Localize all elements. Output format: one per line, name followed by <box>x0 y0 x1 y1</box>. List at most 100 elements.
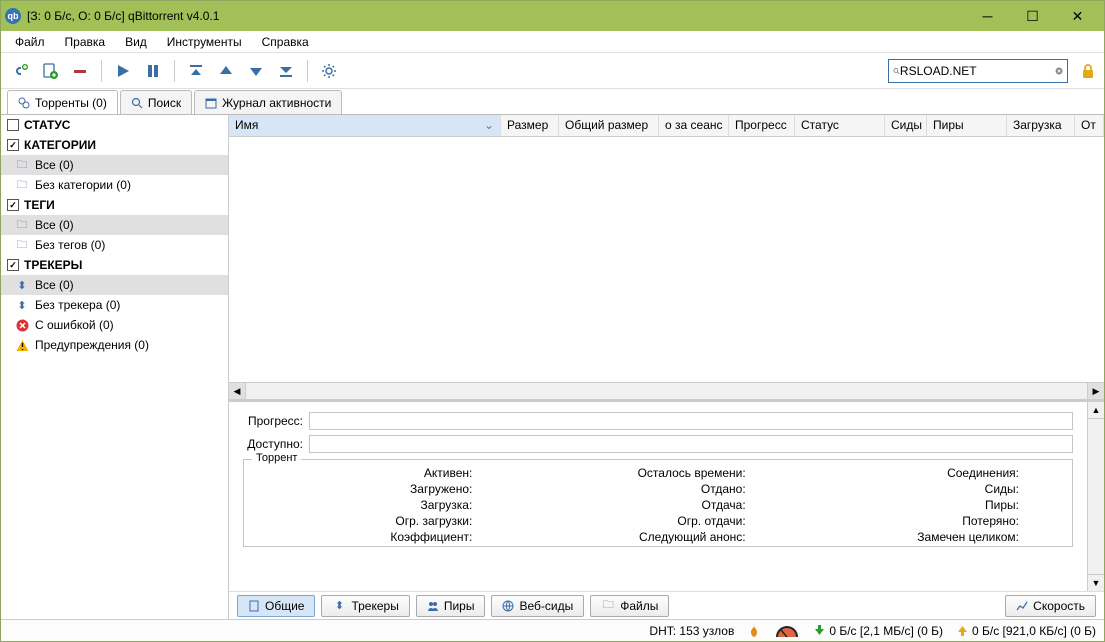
col-progress[interactable]: Прогресс <box>729 115 795 136</box>
maximize-button[interactable]: ☐ <box>1010 2 1055 30</box>
search-box[interactable] <box>888 59 1068 83</box>
horizontal-scrollbar[interactable]: ◀ ▶ <box>229 382 1104 399</box>
sidebar-cat-all[interactable]: 🗀Все (0) <box>1 155 228 175</box>
close-button[interactable]: ✕ <box>1055 2 1100 30</box>
globe-icon <box>502 600 514 612</box>
pause-button[interactable] <box>140 58 166 84</box>
dtab-trackers[interactable]: ⬍Трекеры <box>321 595 409 617</box>
add-link-button[interactable] <box>7 58 33 84</box>
tracker-icon: ⬍ <box>15 278 29 292</box>
status-firewall[interactable] <box>748 624 760 638</box>
tracker-icon: ⬍ <box>332 599 346 613</box>
torrent-fieldset: Торрент Активен: Осталось времени: Соеди… <box>243 459 1073 547</box>
menu-edit[interactable]: Правка <box>55 33 116 51</box>
col-peers[interactable]: Пиры <box>927 115 1007 136</box>
label-seen: Замечен целиком: <box>801 530 1022 544</box>
content-area: Имя⌄ Размер Общий размер о за сеанс Прог… <box>229 115 1104 619</box>
label-available: Доступно: <box>243 437 309 451</box>
col-session[interactable]: о за сеанс <box>659 115 729 136</box>
tab-torrents[interactable]: Торренты (0) <box>7 90 118 114</box>
col-upload[interactable]: От <box>1075 115 1104 136</box>
scroll-up-icon[interactable]: ▲ <box>1088 402 1104 419</box>
label-connections: Соединения: <box>801 466 1022 480</box>
details-tabstrip: Общие ⬍Трекеры Пиры Веб-сиды 🗀Файлы Скор… <box>229 591 1104 619</box>
sidebar-cat-none[interactable]: 🗀Без категории (0) <box>1 175 228 195</box>
sidebar-tag-none[interactable]: 🗀Без тегов (0) <box>1 235 228 255</box>
sidebar-status-header[interactable]: СТАТУС <box>1 115 228 135</box>
col-totalsize[interactable]: Общий размер <box>559 115 659 136</box>
resume-button[interactable] <box>110 58 136 84</box>
scroll-track[interactable] <box>1088 419 1104 574</box>
speedometer-icon <box>774 624 800 638</box>
status-dht[interactable]: DHT: 153 узлов <box>649 624 734 638</box>
torrent-table-header: Имя⌄ Размер Общий размер о за сеанс Прог… <box>229 115 1104 137</box>
folder-icon: 🗀 <box>15 178 29 192</box>
move-up-button[interactable] <box>213 58 239 84</box>
tracker-icon: ⬍ <box>15 298 29 312</box>
tab-search-label: Поиск <box>148 96 181 110</box>
up-arrow-icon <box>957 625 968 636</box>
sidebar-trackers-header[interactable]: ✓ТРЕКЕРЫ <box>1 255 228 275</box>
torrents-icon <box>18 97 30 109</box>
label-uploaded: Отдано: <box>527 482 748 496</box>
menu-view[interactable]: Вид <box>115 33 157 51</box>
titlebar: qb [З: 0 Б/с, О: 0 Б/с] qBittorrent v4.0… <box>1 1 1104 31</box>
tab-search[interactable]: Поиск <box>120 90 192 114</box>
label-upspeed: Отдача: <box>527 498 748 512</box>
folder-icon: 🗀 <box>15 218 29 232</box>
lock-button[interactable] <box>1078 61 1098 81</box>
calendar-icon <box>205 97 217 109</box>
sidebar-trk-warn[interactable]: Предупреждения (0) <box>1 335 228 355</box>
dtab-files[interactable]: 🗀Файлы <box>590 595 669 617</box>
menu-tools[interactable]: Инструменты <box>157 33 252 51</box>
clear-search-icon[interactable] <box>1055 64 1063 78</box>
col-download[interactable]: Загрузка <box>1007 115 1075 136</box>
folder-icon: 🗀 <box>15 158 29 172</box>
scroll-track[interactable] <box>246 383 1087 399</box>
minimize-button[interactable]: ─ <box>965 2 1010 30</box>
menu-help[interactable]: Справка <box>252 33 319 51</box>
col-name[interactable]: Имя⌄ <box>229 115 501 136</box>
sidebar-tag-all[interactable]: 🗀Все (0) <box>1 215 228 235</box>
dtab-peers[interactable]: Пиры <box>416 595 486 617</box>
dtab-speed[interactable]: Скорость <box>1005 595 1096 617</box>
search-input[interactable] <box>900 64 1055 78</box>
col-size[interactable]: Размер <box>501 115 559 136</box>
dtab-general[interactable]: Общие <box>237 595 315 617</box>
search-icon <box>893 65 900 77</box>
move-down-button[interactable] <box>243 58 269 84</box>
scroll-left-icon[interactable]: ◀ <box>229 383 246 399</box>
add-file-button[interactable] <box>37 58 63 84</box>
move-top-button[interactable] <box>183 58 209 84</box>
toolbar <box>1 53 1104 89</box>
main-area: СТАТУС ✓КАТЕГОРИИ 🗀Все (0) 🗀Без категори… <box>1 115 1104 619</box>
label-eta: Осталось времени: <box>527 466 748 480</box>
status-upload[interactable]: 0 Б/с [921,0 КБ/с] (0 Б) <box>957 624 1096 638</box>
label-uplimit: Огр. отдачи: <box>527 514 748 528</box>
scroll-right-icon[interactable]: ▶ <box>1087 383 1104 399</box>
scroll-down-icon[interactable]: ▼ <box>1088 574 1104 591</box>
statusbar: DHT: 153 узлов 0 Б/с [2,1 МБ/с] (0 Б) 0 … <box>1 619 1104 641</box>
torrent-table-body[interactable] <box>229 137 1104 382</box>
sidebar-trk-error[interactable]: С ошибкой (0) <box>1 315 228 335</box>
details-vertical-scrollbar[interactable]: ▲ ▼ <box>1087 402 1104 591</box>
sidebar-trk-all[interactable]: ⬍Все (0) <box>1 275 228 295</box>
status-download[interactable]: 0 Б/с [2,1 МБ/с] (0 Б) <box>814 624 943 638</box>
sidebar-categories-header[interactable]: ✓КАТЕГОРИИ <box>1 135 228 155</box>
label-active: Активен: <box>254 466 475 480</box>
sidebar-tags-header[interactable]: ✓ТЕГИ <box>1 195 228 215</box>
dtab-webseeds[interactable]: Веб-сиды <box>491 595 584 617</box>
sidebar-trk-none[interactable]: ⬍Без трекера (0) <box>1 295 228 315</box>
col-status[interactable]: Статус <box>795 115 885 136</box>
status-speedometer[interactable] <box>774 624 800 638</box>
document-icon <box>248 600 260 612</box>
label-progress: Прогресс: <box>243 414 309 428</box>
search-icon <box>131 97 143 109</box>
settings-button[interactable] <box>316 58 342 84</box>
tab-log[interactable]: Журнал активности <box>194 90 342 114</box>
move-bottom-button[interactable] <box>273 58 299 84</box>
app-logo-icon: qb <box>5 8 21 24</box>
menu-file[interactable]: Файл <box>5 33 55 51</box>
col-seeds[interactable]: Сиды <box>885 115 927 136</box>
delete-button[interactable] <box>67 58 93 84</box>
